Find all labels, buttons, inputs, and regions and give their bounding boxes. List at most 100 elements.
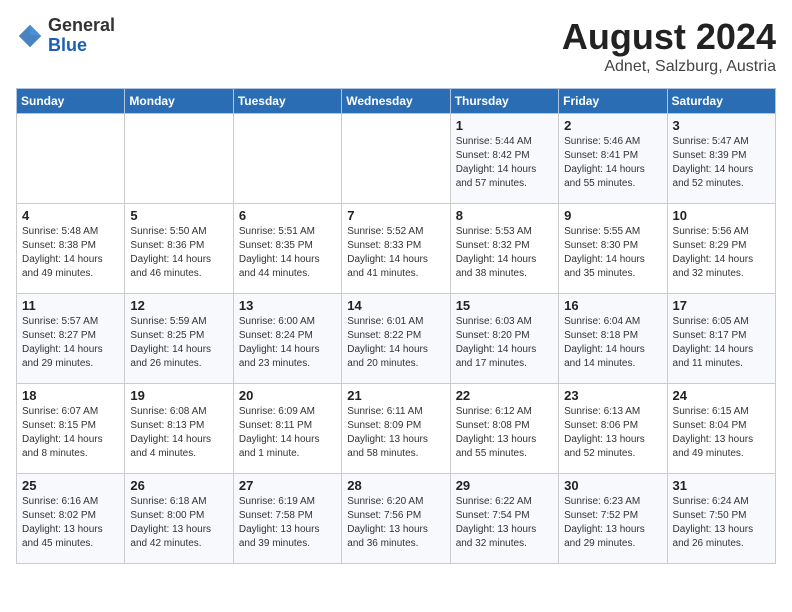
calendar-cell: 23 Sunrise: 6:13 AM Sunset: 8:06 PM Dayli…: [559, 384, 667, 474]
weekday-header-wednesday: Wednesday: [342, 89, 450, 114]
calendar-cell: 22 Sunrise: 6:12 AM Sunset: 8:08 PM Dayli…: [450, 384, 558, 474]
calendar-title: August 2024: [562, 16, 776, 58]
page-header: General Blue August 2024 Adnet, Salzburg…: [16, 16, 776, 76]
day-number: 12: [130, 298, 227, 313]
day-number: 9: [564, 208, 661, 223]
day-number: 10: [673, 208, 770, 223]
day-info: Sunrise: 5:59 AM Sunset: 8:25 PM Dayligh…: [130, 315, 227, 371]
day-info: Sunrise: 5:44 AM Sunset: 8:42 PM Dayligh…: [456, 135, 553, 191]
calendar-cell: 29Sunrise: 6:22 AM Sunset: 7:54 PM Dayli…: [450, 474, 558, 564]
day-number: 1: [456, 118, 553, 133]
day-info: Sunrise: 6:07 AM Sunset: 8:15 PM Dayligh…: [22, 405, 119, 461]
calendar-cell: 1 Sunrise: 5:44 AM Sunset: 8:42 PM Daylig…: [450, 114, 558, 204]
day-number: 18: [22, 388, 119, 403]
day-number: 20: [239, 388, 336, 403]
day-number: 22: [456, 388, 553, 403]
weekday-header-monday: Monday: [125, 89, 233, 114]
calendar-cell: 21 Sunrise: 6:11 AM Sunset: 8:09 PM Dayli…: [342, 384, 450, 474]
day-info: Sunrise: 6:03 AM Sunset: 8:20 PM Dayligh…: [456, 315, 553, 371]
calendar-cell: [233, 114, 341, 204]
calendar-cell: 27Sunrise: 6:19 AM Sunset: 7:58 PM Dayli…: [233, 474, 341, 564]
calendar-cell: 17 Sunrise: 6:05 AM Sunset: 8:17 PM Dayli…: [667, 294, 775, 384]
day-info: Sunrise: 6:18 AM Sunset: 8:00 PM Dayligh…: [130, 495, 227, 551]
day-info: Sunrise: 5:51 AM Sunset: 8:35 PM Dayligh…: [239, 225, 336, 281]
day-number: 21: [347, 388, 444, 403]
calendar-cell: 4 Sunrise: 5:48 AM Sunset: 8:38 PM Daylig…: [17, 204, 125, 294]
day-number: 16: [564, 298, 661, 313]
day-info: Sunrise: 6:24 AM Sunset: 7:50 PM Dayligh…: [673, 495, 770, 551]
calendar-cell: 3Sunrise: 5:47 AM Sunset: 8:39 PM Daylig…: [667, 114, 775, 204]
calendar-cell: 19 Sunrise: 6:08 AM Sunset: 8:13 PM Dayli…: [125, 384, 233, 474]
day-info: Sunrise: 6:16 AM Sunset: 8:02 PM Dayligh…: [22, 495, 119, 551]
day-number: 27: [239, 478, 336, 493]
day-info: Sunrise: 6:05 AM Sunset: 8:17 PM Dayligh…: [673, 315, 770, 371]
day-number: 7: [347, 208, 444, 223]
calendar-cell: 12 Sunrise: 5:59 AM Sunset: 8:25 PM Dayli…: [125, 294, 233, 384]
day-number: 3: [673, 118, 770, 133]
day-number: 23: [564, 388, 661, 403]
title-block: August 2024 Adnet, Salzburg, Austria: [562, 16, 776, 76]
weekday-header-friday: Friday: [559, 89, 667, 114]
week-row-3: 11 Sunrise: 5:57 AM Sunset: 8:27 PM Dayli…: [17, 294, 776, 384]
week-row-5: 25Sunrise: 6:16 AM Sunset: 8:02 PM Dayli…: [17, 474, 776, 564]
calendar-cell: [17, 114, 125, 204]
day-info: Sunrise: 6:08 AM Sunset: 8:13 PM Dayligh…: [130, 405, 227, 461]
day-info: Sunrise: 6:04 AM Sunset: 8:18 PM Dayligh…: [564, 315, 661, 371]
calendar-cell: 6Sunrise: 5:51 AM Sunset: 8:35 PM Daylig…: [233, 204, 341, 294]
calendar-cell: [342, 114, 450, 204]
calendar-cell: 25Sunrise: 6:16 AM Sunset: 8:02 PM Dayli…: [17, 474, 125, 564]
day-info: Sunrise: 5:50 AM Sunset: 8:36 PM Dayligh…: [130, 225, 227, 281]
logo: General Blue: [16, 16, 115, 56]
day-number: 24: [673, 388, 770, 403]
calendar-cell: 2Sunrise: 5:46 AM Sunset: 8:41 PM Daylig…: [559, 114, 667, 204]
calendar-cell: 28 Sunrise: 6:20 AM Sunset: 7:56 PM Dayli…: [342, 474, 450, 564]
calendar-cell: 8Sunrise: 5:53 AM Sunset: 8:32 PM Daylig…: [450, 204, 558, 294]
weekday-header-thursday: Thursday: [450, 89, 558, 114]
day-info: Sunrise: 6:15 AM Sunset: 8:04 PM Dayligh…: [673, 405, 770, 461]
logo-icon: [16, 22, 44, 50]
calendar-cell: 5 Sunrise: 5:50 AM Sunset: 8:36 PM Daylig…: [125, 204, 233, 294]
day-info: Sunrise: 5:46 AM Sunset: 8:41 PM Dayligh…: [564, 135, 661, 191]
day-info: Sunrise: 6:11 AM Sunset: 8:09 PM Dayligh…: [347, 405, 444, 461]
day-info: Sunrise: 6:20 AM Sunset: 7:56 PM Dayligh…: [347, 495, 444, 551]
day-info: Sunrise: 5:56 AM Sunset: 8:29 PM Dayligh…: [673, 225, 770, 281]
calendar-cell: 30 Sunrise: 6:23 AM Sunset: 7:52 PM Dayli…: [559, 474, 667, 564]
calendar-cell: 26 Sunrise: 6:18 AM Sunset: 8:00 PM Dayli…: [125, 474, 233, 564]
day-number: 17: [673, 298, 770, 313]
calendar-cell: 15 Sunrise: 6:03 AM Sunset: 8:20 PM Dayli…: [450, 294, 558, 384]
day-info: Sunrise: 6:09 AM Sunset: 8:11 PM Dayligh…: [239, 405, 336, 461]
calendar-cell: 13Sunrise: 6:00 AM Sunset: 8:24 PM Dayli…: [233, 294, 341, 384]
day-number: 4: [22, 208, 119, 223]
day-info: Sunrise: 6:12 AM Sunset: 8:08 PM Dayligh…: [456, 405, 553, 461]
day-info: Sunrise: 5:48 AM Sunset: 8:38 PM Dayligh…: [22, 225, 119, 281]
week-row-1: 1 Sunrise: 5:44 AM Sunset: 8:42 PM Daylig…: [17, 114, 776, 204]
day-number: 30: [564, 478, 661, 493]
day-info: Sunrise: 6:00 AM Sunset: 8:24 PM Dayligh…: [239, 315, 336, 371]
calendar-cell: [125, 114, 233, 204]
calendar-cell: 10 Sunrise: 5:56 AM Sunset: 8:29 PM Dayli…: [667, 204, 775, 294]
calendar-cell: 31Sunrise: 6:24 AM Sunset: 7:50 PM Dayli…: [667, 474, 775, 564]
week-row-2: 4 Sunrise: 5:48 AM Sunset: 8:38 PM Daylig…: [17, 204, 776, 294]
weekday-header-tuesday: Tuesday: [233, 89, 341, 114]
calendar-cell: 20 Sunrise: 6:09 AM Sunset: 8:11 PM Dayli…: [233, 384, 341, 474]
calendar-table: SundayMondayTuesdayWednesdayThursdayFrid…: [16, 88, 776, 564]
calendar-cell: 7 Sunrise: 5:52 AM Sunset: 8:33 PM Daylig…: [342, 204, 450, 294]
day-number: 26: [130, 478, 227, 493]
day-number: 28: [347, 478, 444, 493]
day-info: Sunrise: 6:13 AM Sunset: 8:06 PM Dayligh…: [564, 405, 661, 461]
weekday-header-sunday: Sunday: [17, 89, 125, 114]
day-info: Sunrise: 5:52 AM Sunset: 8:33 PM Dayligh…: [347, 225, 444, 281]
day-number: 19: [130, 388, 227, 403]
calendar-cell: 9Sunrise: 5:55 AM Sunset: 8:30 PM Daylig…: [559, 204, 667, 294]
calendar-cell: 16 Sunrise: 6:04 AM Sunset: 8:18 PM Dayli…: [559, 294, 667, 384]
day-number: 5: [130, 208, 227, 223]
day-info: Sunrise: 6:22 AM Sunset: 7:54 PM Dayligh…: [456, 495, 553, 551]
day-number: 14: [347, 298, 444, 313]
day-info: Sunrise: 6:01 AM Sunset: 8:22 PM Dayligh…: [347, 315, 444, 371]
day-number: 15: [456, 298, 553, 313]
day-info: Sunrise: 5:57 AM Sunset: 8:27 PM Dayligh…: [22, 315, 119, 371]
day-number: 11: [22, 298, 119, 313]
calendar-cell: 18 Sunrise: 6:07 AM Sunset: 8:15 PM Dayli…: [17, 384, 125, 474]
day-info: Sunrise: 6:23 AM Sunset: 7:52 PM Dayligh…: [564, 495, 661, 551]
day-info: Sunrise: 5:53 AM Sunset: 8:32 PM Dayligh…: [456, 225, 553, 281]
